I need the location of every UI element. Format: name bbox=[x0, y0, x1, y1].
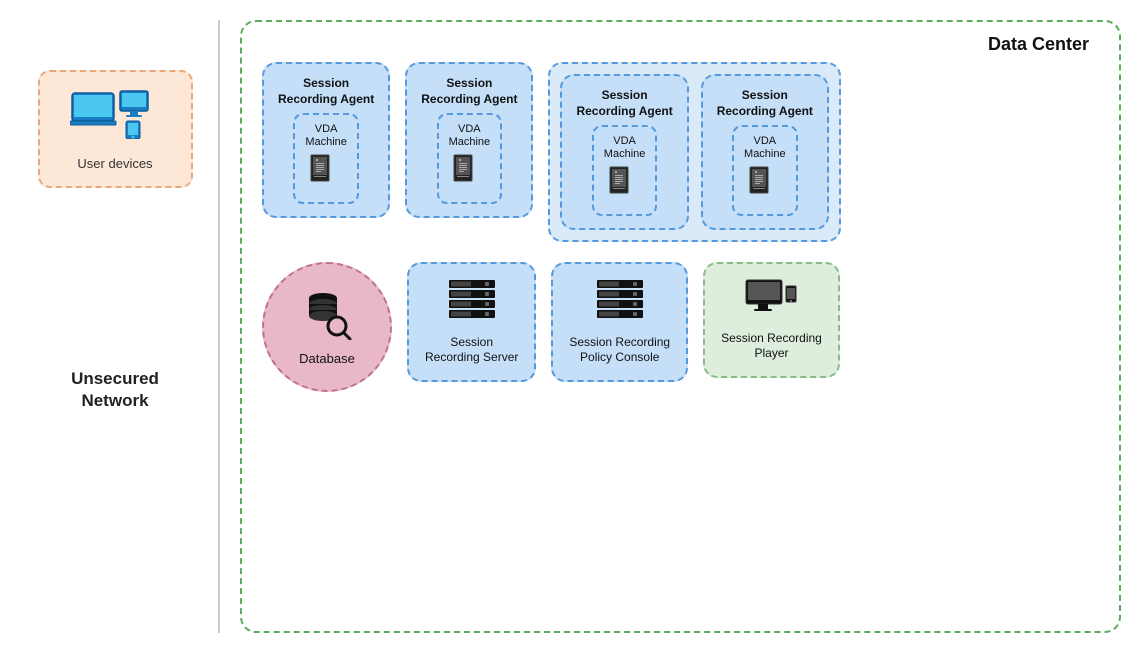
data-center-panel: Data Center SessionRecording Agent VDAMa… bbox=[240, 20, 1121, 633]
database-icon bbox=[301, 288, 353, 345]
policy-console-icon bbox=[595, 278, 645, 327]
agent-4-vda: VDAMachine bbox=[744, 135, 786, 161]
unsecured-network-label: Unsecured Network bbox=[71, 368, 159, 412]
agent-1-inner: VDAMachine bbox=[293, 113, 359, 203]
user-devices-box: User devices bbox=[38, 70, 193, 188]
user-devices-icon bbox=[70, 87, 160, 146]
agent-1-title: SessionRecording Agent bbox=[278, 76, 374, 107]
left-panel: User devices Unsecured Network bbox=[10, 20, 220, 633]
player-icon bbox=[744, 278, 798, 323]
user-devices-label: User devices bbox=[77, 156, 152, 171]
agent-box-3: SessionRecording Agent VDAMachine bbox=[560, 74, 688, 230]
database-label: Database bbox=[299, 351, 355, 366]
agent-1-icon bbox=[309, 154, 343, 194]
agent-4-inner: VDAMachine bbox=[732, 125, 798, 215]
agent-2-vda: VDAMachine bbox=[449, 123, 491, 149]
agent-box-1: SessionRecording Agent VDAMachine bbox=[262, 62, 390, 218]
agents-row: SessionRecording Agent VDAMachine bbox=[262, 62, 1099, 242]
agent-3-vda: VDAMachine bbox=[604, 135, 646, 161]
agent-box-2: SessionRecording Agent VDAMachine bbox=[405, 62, 533, 218]
session-recording-policy-box: Session RecordingPolicy Console bbox=[551, 262, 688, 382]
agent-3-inner: VDAMachine bbox=[592, 125, 658, 215]
session-recording-server-box: SessionRecording Server bbox=[407, 262, 536, 382]
agent-box-3-4-container: SessionRecording Agent VDAMachine bbox=[548, 62, 840, 242]
data-center-title: Data Center bbox=[988, 34, 1089, 55]
agent-2-title: SessionRecording Agent bbox=[421, 76, 517, 107]
player-title: Session RecordingPlayer bbox=[721, 331, 822, 362]
server-icon bbox=[447, 278, 497, 327]
agent-2-icon bbox=[452, 154, 486, 194]
server-recording-server-title: SessionRecording Server bbox=[425, 335, 518, 366]
policy-console-title: Session RecordingPolicy Console bbox=[569, 335, 670, 366]
database-box: Database bbox=[262, 262, 392, 392]
session-recording-player-box: Session RecordingPlayer bbox=[703, 262, 840, 378]
agent-3-icon bbox=[608, 166, 642, 206]
agent-1-vda: VDAMachine bbox=[305, 123, 347, 149]
main-container: User devices Unsecured Network Data Cent… bbox=[0, 0, 1141, 653]
agent-box-4: SessionRecording Agent VDAMachine bbox=[701, 74, 829, 230]
agent-3-title: SessionRecording Agent bbox=[576, 88, 672, 119]
agent-4-title: SessionRecording Agent bbox=[717, 88, 813, 119]
bottom-row: Database bbox=[262, 262, 1099, 392]
agent-2-inner: VDAMachine bbox=[437, 113, 503, 203]
agent-4-icon bbox=[748, 166, 782, 206]
